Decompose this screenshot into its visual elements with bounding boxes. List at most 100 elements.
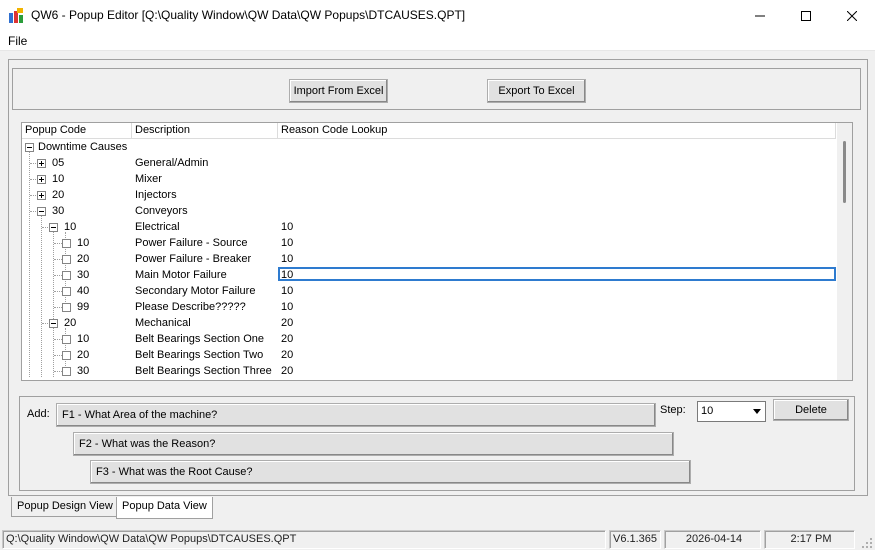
tree-row-code: 30 (52, 205, 65, 217)
app-icon (9, 8, 23, 23)
collapse-icon[interactable] (25, 143, 34, 152)
collapse-icon[interactable] (37, 207, 46, 216)
leaf-box-icon (62, 351, 71, 360)
tree-row[interactable]: 30 Belt Bearings Section Three 20 (22, 363, 836, 379)
leaf-box-icon (62, 303, 71, 312)
column-header-popup-code[interactable]: Popup Code (22, 123, 132, 139)
tree-row-lookup: 10 (281, 253, 294, 265)
tree-row-code: 20 (64, 317, 77, 329)
add-f1-area-button[interactable]: F1 - What Area of the machine? (56, 403, 656, 427)
maximize-icon (801, 10, 811, 21)
tree-row-code: 10 (64, 221, 77, 233)
status-time: 2:17 PM (764, 530, 855, 549)
minimize-icon (755, 15, 765, 16)
tree-row[interactable]: 10 Mixer (22, 171, 836, 187)
leaf-box-icon (62, 287, 71, 296)
tree-row-code: 20 (77, 253, 90, 265)
tree-row-description: Mixer (135, 173, 162, 185)
add-label: Add: (27, 408, 50, 420)
tree-row-description: Conveyors (135, 205, 188, 217)
tree-row[interactable]: 20 Injectors (22, 187, 836, 203)
tree-row[interactable]: 10 Power Failure - Source 10 (22, 235, 836, 251)
add-f3-root-cause-button[interactable]: F3 - What was the Root Cause? (90, 460, 691, 484)
leaf-box-icon (62, 335, 71, 344)
resize-grip-icon[interactable] (861, 537, 873, 549)
column-header-description[interactable]: Description (132, 123, 278, 139)
maximize-button[interactable] (783, 0, 829, 31)
tab-popup-design-view[interactable]: Popup Design View (11, 497, 119, 517)
tree-row[interactable]: 10 Belt Bearings Section One 20 (22, 331, 836, 347)
close-button[interactable] (829, 0, 875, 31)
tree-row-description: Belt Bearings Section One (135, 333, 265, 345)
tree-row[interactable]: 10 Electrical 10 (22, 219, 836, 235)
tree-row-code: 10 (77, 237, 90, 249)
tree-row-description: Secondary Motor Failure (135, 285, 256, 297)
tab-popup-data-view[interactable]: Popup Data View (116, 497, 213, 519)
tree-row-selected[interactable]: 30 Main Motor Failure 10 (22, 267, 836, 283)
collapse-icon[interactable] (49, 319, 58, 328)
tree-row-code: 30 (77, 269, 90, 281)
tree-row[interactable]: 05 General/Admin (22, 155, 836, 171)
leaf-box-icon (62, 271, 71, 280)
view-tabs: Popup Design View Popup Data View (0, 496, 875, 522)
step-select-value: 10 (701, 405, 714, 417)
tree-row[interactable]: 20 Mechanical 20 (22, 315, 836, 331)
tree-row-lookup: 20 (281, 365, 294, 377)
tree-row-code: 20 (52, 189, 65, 201)
excel-button-panel (12, 68, 861, 110)
popup-tree-grid[interactable]: Popup Code Description Reason Code Looku… (21, 122, 853, 381)
tree-row-code: Downtime Causes (38, 141, 128, 153)
tree-row-lookup: 20 (281, 349, 294, 361)
tree-row-code: 40 (77, 285, 90, 297)
tree-row[interactable]: 20 Power Failure - Breaker 10 (22, 251, 836, 267)
tree-row-code: 30 (77, 365, 90, 377)
tree-row-lookup: 10 (281, 269, 294, 281)
tree-row-code: 05 (52, 157, 65, 169)
tree-row-lookup: 10 (281, 285, 294, 297)
expand-icon[interactable] (37, 175, 46, 184)
tree-row-code: 20 (77, 349, 90, 361)
tree-row-lookup: 10 (281, 221, 294, 233)
tree-row[interactable]: 40 Secondary Motor Failure 10 (22, 283, 836, 299)
tree-row-lookup: 20 (281, 317, 294, 329)
collapse-icon[interactable] (49, 223, 58, 232)
lookup-cell-editor[interactable] (278, 267, 836, 281)
delete-button[interactable]: Delete (773, 399, 849, 421)
expand-icon[interactable] (37, 191, 46, 200)
menu-file[interactable]: File (8, 34, 27, 48)
tree-row[interactable]: 20 Belt Bearings Section Two 20 (22, 347, 836, 363)
status-version: V6.1.365 (609, 530, 661, 549)
dropdown-arrow[interactable] (748, 402, 765, 421)
tree-row-description: Belt Bearings Section Three (135, 365, 272, 377)
tree-header: Popup Code Description Reason Code Looku… (22, 123, 836, 139)
expand-icon[interactable] (37, 159, 46, 168)
minimize-button[interactable] (737, 0, 783, 31)
step-label: Step: (660, 404, 686, 416)
tree-row-description: General/Admin (135, 157, 209, 169)
tree-row[interactable]: 30 Conveyors (22, 203, 836, 219)
tree-row-description: Power Failure - Source (135, 237, 248, 249)
tree-row-description: Please Describe????? (135, 301, 246, 313)
tree-row[interactable]: Downtime Causes (22, 139, 836, 155)
scrollbar-thumb[interactable] (843, 141, 846, 203)
import-from-excel-button[interactable]: Import From Excel (289, 79, 388, 103)
add-f2-reason-button[interactable]: F2 - What was the Reason? (73, 432, 674, 456)
chevron-down-icon (752, 409, 761, 414)
column-header-reason-code-lookup[interactable]: Reason Code Lookup (278, 123, 836, 139)
tree-row-code: 99 (77, 301, 90, 313)
title-bar: QW6 - Popup Editor [Q:\Quality Window\QW… (0, 0, 875, 31)
tree-row-code: 10 (52, 173, 65, 185)
tree-row-code: 10 (77, 333, 90, 345)
tree-vertical-scrollbar[interactable] (837, 123, 852, 380)
close-icon (847, 10, 857, 21)
export-to-excel-button[interactable]: Export To Excel (487, 79, 586, 103)
tree-row-description: Main Motor Failure (135, 269, 227, 281)
tree-row[interactable]: 99 Please Describe????? 10 (22, 299, 836, 315)
tree-row-description: Electrical (135, 221, 180, 233)
leaf-box-icon (62, 367, 71, 376)
status-bar: Q:\Quality Window\QW Data\QW Popups\DTCA… (0, 528, 875, 550)
status-date: 2026-04-14 (664, 530, 761, 549)
step-select[interactable]: 10 (697, 401, 766, 422)
tree-row-description: Injectors (135, 189, 177, 201)
leaf-box-icon (62, 239, 71, 248)
